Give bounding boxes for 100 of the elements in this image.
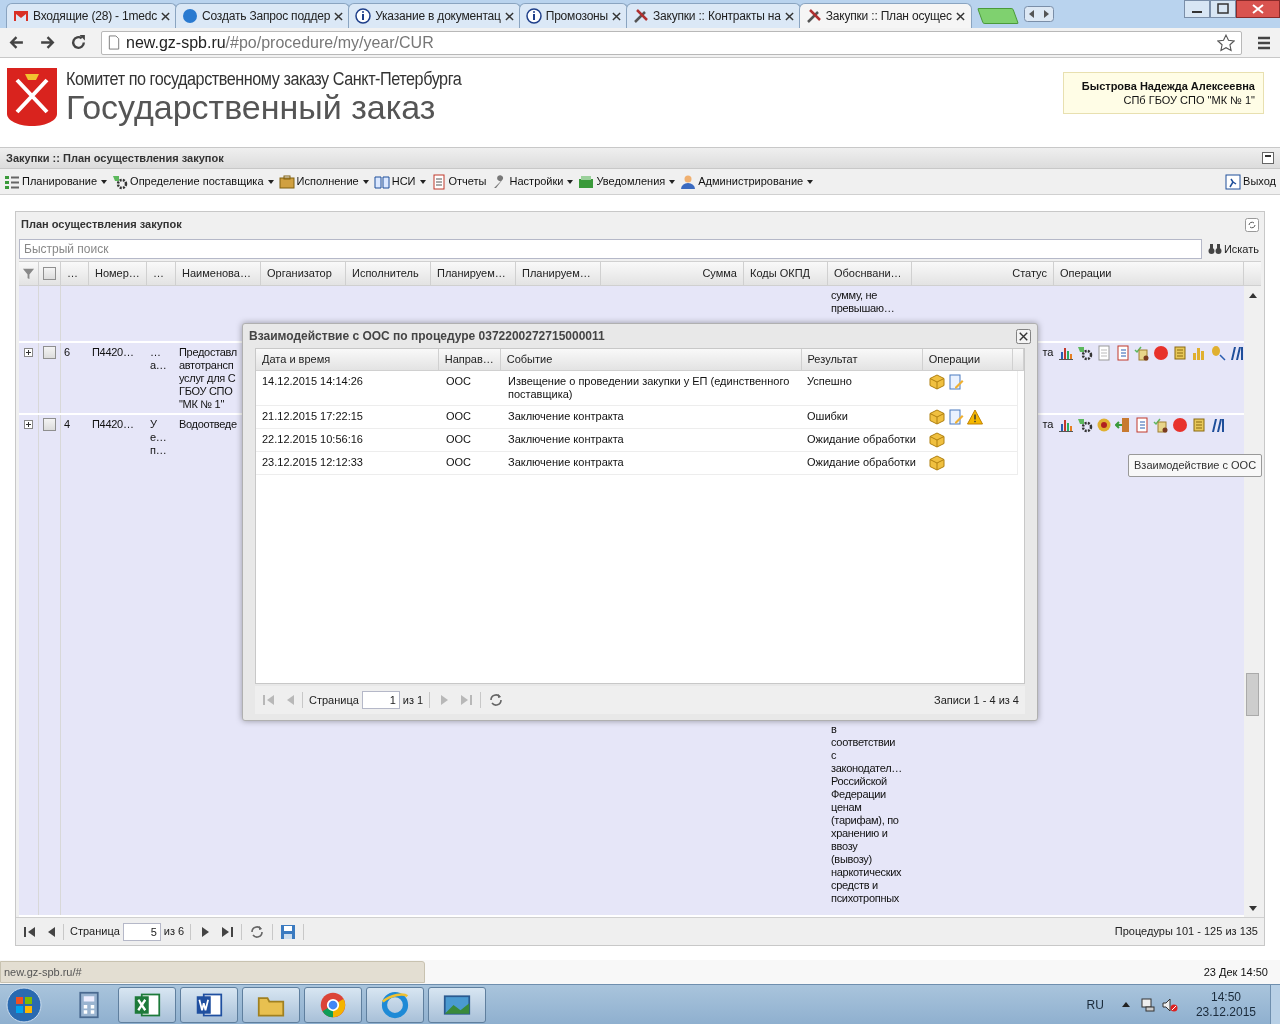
package-icon[interactable] <box>929 432 945 448</box>
bar-chart-icon[interactable] <box>1058 345 1074 361</box>
search-button[interactable]: Искать <box>1205 240 1261 258</box>
column-header[interactable]: Направ… <box>438 349 501 370</box>
back-icon[interactable] <box>8 34 25 51</box>
browser-tab[interactable]: Создать Запрос поддер <box>175 3 351 28</box>
filter-icon[interactable] <box>22 267 35 280</box>
refresh-icon[interactable] <box>249 923 266 940</box>
books-icon[interactable] <box>1210 417 1226 433</box>
page-label: Страница <box>309 692 359 708</box>
taskbar-button[interactable] <box>242 986 300 1023</box>
save-icon[interactable] <box>280 923 297 940</box>
taskbar-button[interactable] <box>366 986 424 1023</box>
column-header[interactable]: … <box>61 262 89 285</box>
checkbox[interactable] <box>43 346 56 359</box>
column-header[interactable]: Планируем… <box>431 262 516 285</box>
address-bar[interactable]: new.gz-spb.ru/#po/procedure/my/year/CUR <box>101 30 1242 55</box>
expand-icon[interactable] <box>24 348 33 357</box>
refresh-icon[interactable] <box>1245 217 1259 232</box>
site-title: Государственный заказ <box>66 90 436 124</box>
menu-item[interactable]: Администрирование <box>680 173 814 190</box>
taskbar-button[interactable] <box>304 986 362 1023</box>
gear-icon[interactable] <box>1077 345 1093 361</box>
bar-chart-icon[interactable] <box>1058 417 1074 433</box>
menu-item[interactable]: Настройки <box>491 173 574 190</box>
menu-icon[interactable] <box>1256 34 1272 51</box>
browser-tab[interactable]: Входящие (28) - 1medc <box>6 3 178 28</box>
books-icon[interactable] <box>1229 345 1245 361</box>
column-header[interactable]: Дата и время <box>256 349 439 370</box>
stop-icon[interactable] <box>1172 417 1188 433</box>
star-icon[interactable] <box>1217 33 1235 52</box>
browser-tab[interactable]: Указание в документац <box>348 3 521 28</box>
close-icon[interactable] <box>1236 0 1280 18</box>
column-header[interactable]: Планируем… <box>516 262 601 285</box>
emblem-icon[interactable] <box>1096 417 1112 433</box>
exit-button[interactable]: Выход <box>1225 173 1276 190</box>
taskbar-button[interactable] <box>428 986 486 1023</box>
page-field[interactable]: 1 <box>361 691 400 709</box>
browser-tab[interactable]: Закупки :: План осущес <box>798 3 972 28</box>
tray-arrow-icon[interactable] <box>1121 1002 1130 1007</box>
column-header[interactable]: Операции <box>922 349 1014 370</box>
language-indicator[interactable]: RU <box>1086 995 1104 1014</box>
page-label: Страница <box>70 924 120 940</box>
page-field[interactable]: 5 <box>122 922 161 941</box>
column-header[interactable]: Организатор <box>261 262 346 285</box>
column-header[interactable]: Наименова… <box>176 262 261 285</box>
column-header[interactable]: Номер… <box>89 262 147 285</box>
close-icon[interactable] <box>1016 328 1031 344</box>
maximize-icon[interactable] <box>1210 0 1236 18</box>
column-header[interactable]: Операции <box>1054 262 1244 285</box>
column-header[interactable]: Событие <box>500 349 802 370</box>
checkbox[interactable] <box>43 418 56 431</box>
scroll-up-icon[interactable] <box>1248 293 1257 298</box>
close-icon[interactable] <box>334 11 344 21</box>
certificate-icon[interactable] <box>1134 345 1150 361</box>
status-clock: 23 Дек 14:50 <box>1203 964 1268 980</box>
browser-tab[interactable]: Промозоны <box>518 3 628 28</box>
reload-icon[interactable] <box>70 34 87 51</box>
checkbox[interactable] <box>43 267 56 280</box>
close-icon[interactable] <box>955 11 965 21</box>
scroll-down-icon[interactable] <box>1248 906 1257 911</box>
column-header[interactable]: Исполнитель <box>346 262 431 285</box>
menu-item[interactable]: Уведомления <box>578 173 676 190</box>
scroll-thumb[interactable] <box>1246 673 1259 716</box>
network-icon[interactable] <box>1139 996 1156 1013</box>
column-header[interactable]: Обоснвани… <box>828 262 912 285</box>
menu-item[interactable]: Исполнение <box>278 173 369 190</box>
stop-icon[interactable] <box>1153 345 1169 361</box>
close-icon[interactable] <box>784 11 794 21</box>
close-icon[interactable] <box>612 11 621 21</box>
taskbar-button[interactable] <box>180 986 238 1023</box>
menu-item[interactable]: Планирование <box>4 173 108 190</box>
column-header[interactable]: Результат <box>801 349 923 370</box>
warning-icon[interactable] <box>967 409 983 425</box>
door-icon[interactable] <box>1115 417 1131 433</box>
menu-item[interactable]: Отчеты <box>430 173 487 190</box>
collapse-icon[interactable] <box>1262 152 1274 164</box>
search-field[interactable]: Быстрый поиск <box>19 239 1202 259</box>
minimize-icon[interactable] <box>1184 0 1210 18</box>
volume-muted-icon[interactable] <box>1161 996 1178 1013</box>
package-icon[interactable] <box>929 409 945 425</box>
browser-tab[interactable]: Закупки :: Контракты на <box>626 3 801 28</box>
refresh-icon[interactable] <box>488 692 505 708</box>
close-icon[interactable] <box>161 11 171 21</box>
column-header[interactable]: Статус <box>912 262 1054 285</box>
forward-icon[interactable] <box>39 34 56 51</box>
package-icon[interactable] <box>929 374 945 390</box>
menu-item[interactable]: НСИ <box>373 173 426 190</box>
package-icon[interactable] <box>929 455 945 471</box>
gear-icon[interactable] <box>1077 417 1093 433</box>
column-header[interactable]: Коды ОКПД <box>744 262 828 285</box>
start-icon[interactable] <box>4 984 44 1024</box>
column-header[interactable]: … <box>147 262 176 285</box>
column-header[interactable]: Сумма <box>601 262 744 285</box>
close-icon[interactable] <box>504 11 514 21</box>
table-cell: Ожидание обработки <box>807 433 917 446</box>
expand-icon[interactable] <box>24 420 33 429</box>
taskbar-button[interactable] <box>118 986 176 1023</box>
certificate-icon[interactable] <box>1153 417 1169 433</box>
menu-item[interactable]: Определение поставщика <box>112 173 274 190</box>
